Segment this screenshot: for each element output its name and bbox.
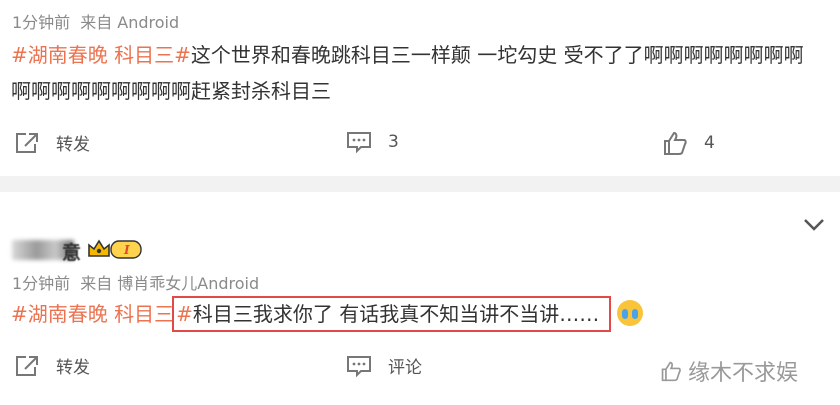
post-text: #湖南春晚 科目三#这个世界和春晚跳科目三一样颠 一坨勾史 受不了了啊啊啊啊啊啊… <box>11 37 811 109</box>
weibo-thumb-icon <box>661 361 681 382</box>
like-button[interactable]: 4 <box>662 130 715 156</box>
post-meta: 1分钟前 来自 博肖乖女儿Android <box>12 270 269 294</box>
hashtag-link[interactable]: #湖南春晚 科目三 <box>11 302 174 326</box>
watermark-text: 缘木不求娱 <box>688 361 799 386</box>
repost-label: 转发 <box>56 135 90 155</box>
post-card-1: 1分钟前 来自 Android #湖南春晚 科目三#这个世界和春晚跳科目三一样颠 … <box>0 0 840 176</box>
comment-button[interactable]: 3 <box>346 130 399 154</box>
post-text: #湖南春晚 科目三 #科目三我求你了 有话我真不知当讲不当讲…… <box>11 296 644 332</box>
post-body: 科目三我求你了 有话我真不知当讲不当讲…… <box>192 302 600 326</box>
crying-emoji-icon <box>617 300 644 326</box>
share-icon <box>16 132 38 153</box>
action-bar: 转发 3 4 <box>0 130 840 160</box>
post-time[interactable]: 1分钟前 <box>12 274 70 293</box>
chevron-down-icon[interactable] <box>803 218 825 232</box>
comment-icon <box>347 132 371 154</box>
repost-label: 转发 <box>56 358 90 378</box>
comment-button[interactable]: 评论 <box>346 353 422 378</box>
comment-label: 评论 <box>388 358 422 378</box>
like-count: 4 <box>704 133 715 153</box>
post-source: 来自 Android <box>80 13 180 32</box>
post-time[interactable]: 1分钟前 <box>12 13 70 32</box>
repost-button[interactable]: 转发 <box>14 353 90 378</box>
feed-divider <box>0 176 840 192</box>
post-meta: 1分钟前 来自 Android <box>12 9 189 33</box>
vip-crown-badge[interactable]: I <box>86 238 144 260</box>
share-icon <box>16 355 38 376</box>
username-tail[interactable]: 意 <box>62 238 81 265</box>
comment-count: 3 <box>388 132 399 152</box>
post-source: 来自 博肖乖女儿Android <box>80 274 260 293</box>
thumbs-up-icon <box>664 131 687 155</box>
repost-button[interactable]: 转发 <box>14 130 90 155</box>
watermark: 缘木不求娱 <box>660 355 798 387</box>
comment-icon <box>347 355 371 377</box>
hashtag-link[interactable]: #湖南春晚 科目三# <box>11 43 191 67</box>
hashtag-close[interactable]: # <box>176 302 193 326</box>
highlighted-text-box: #科目三我求你了 有话我真不知当讲不当讲…… <box>172 296 612 332</box>
vip-level: I <box>123 243 130 257</box>
